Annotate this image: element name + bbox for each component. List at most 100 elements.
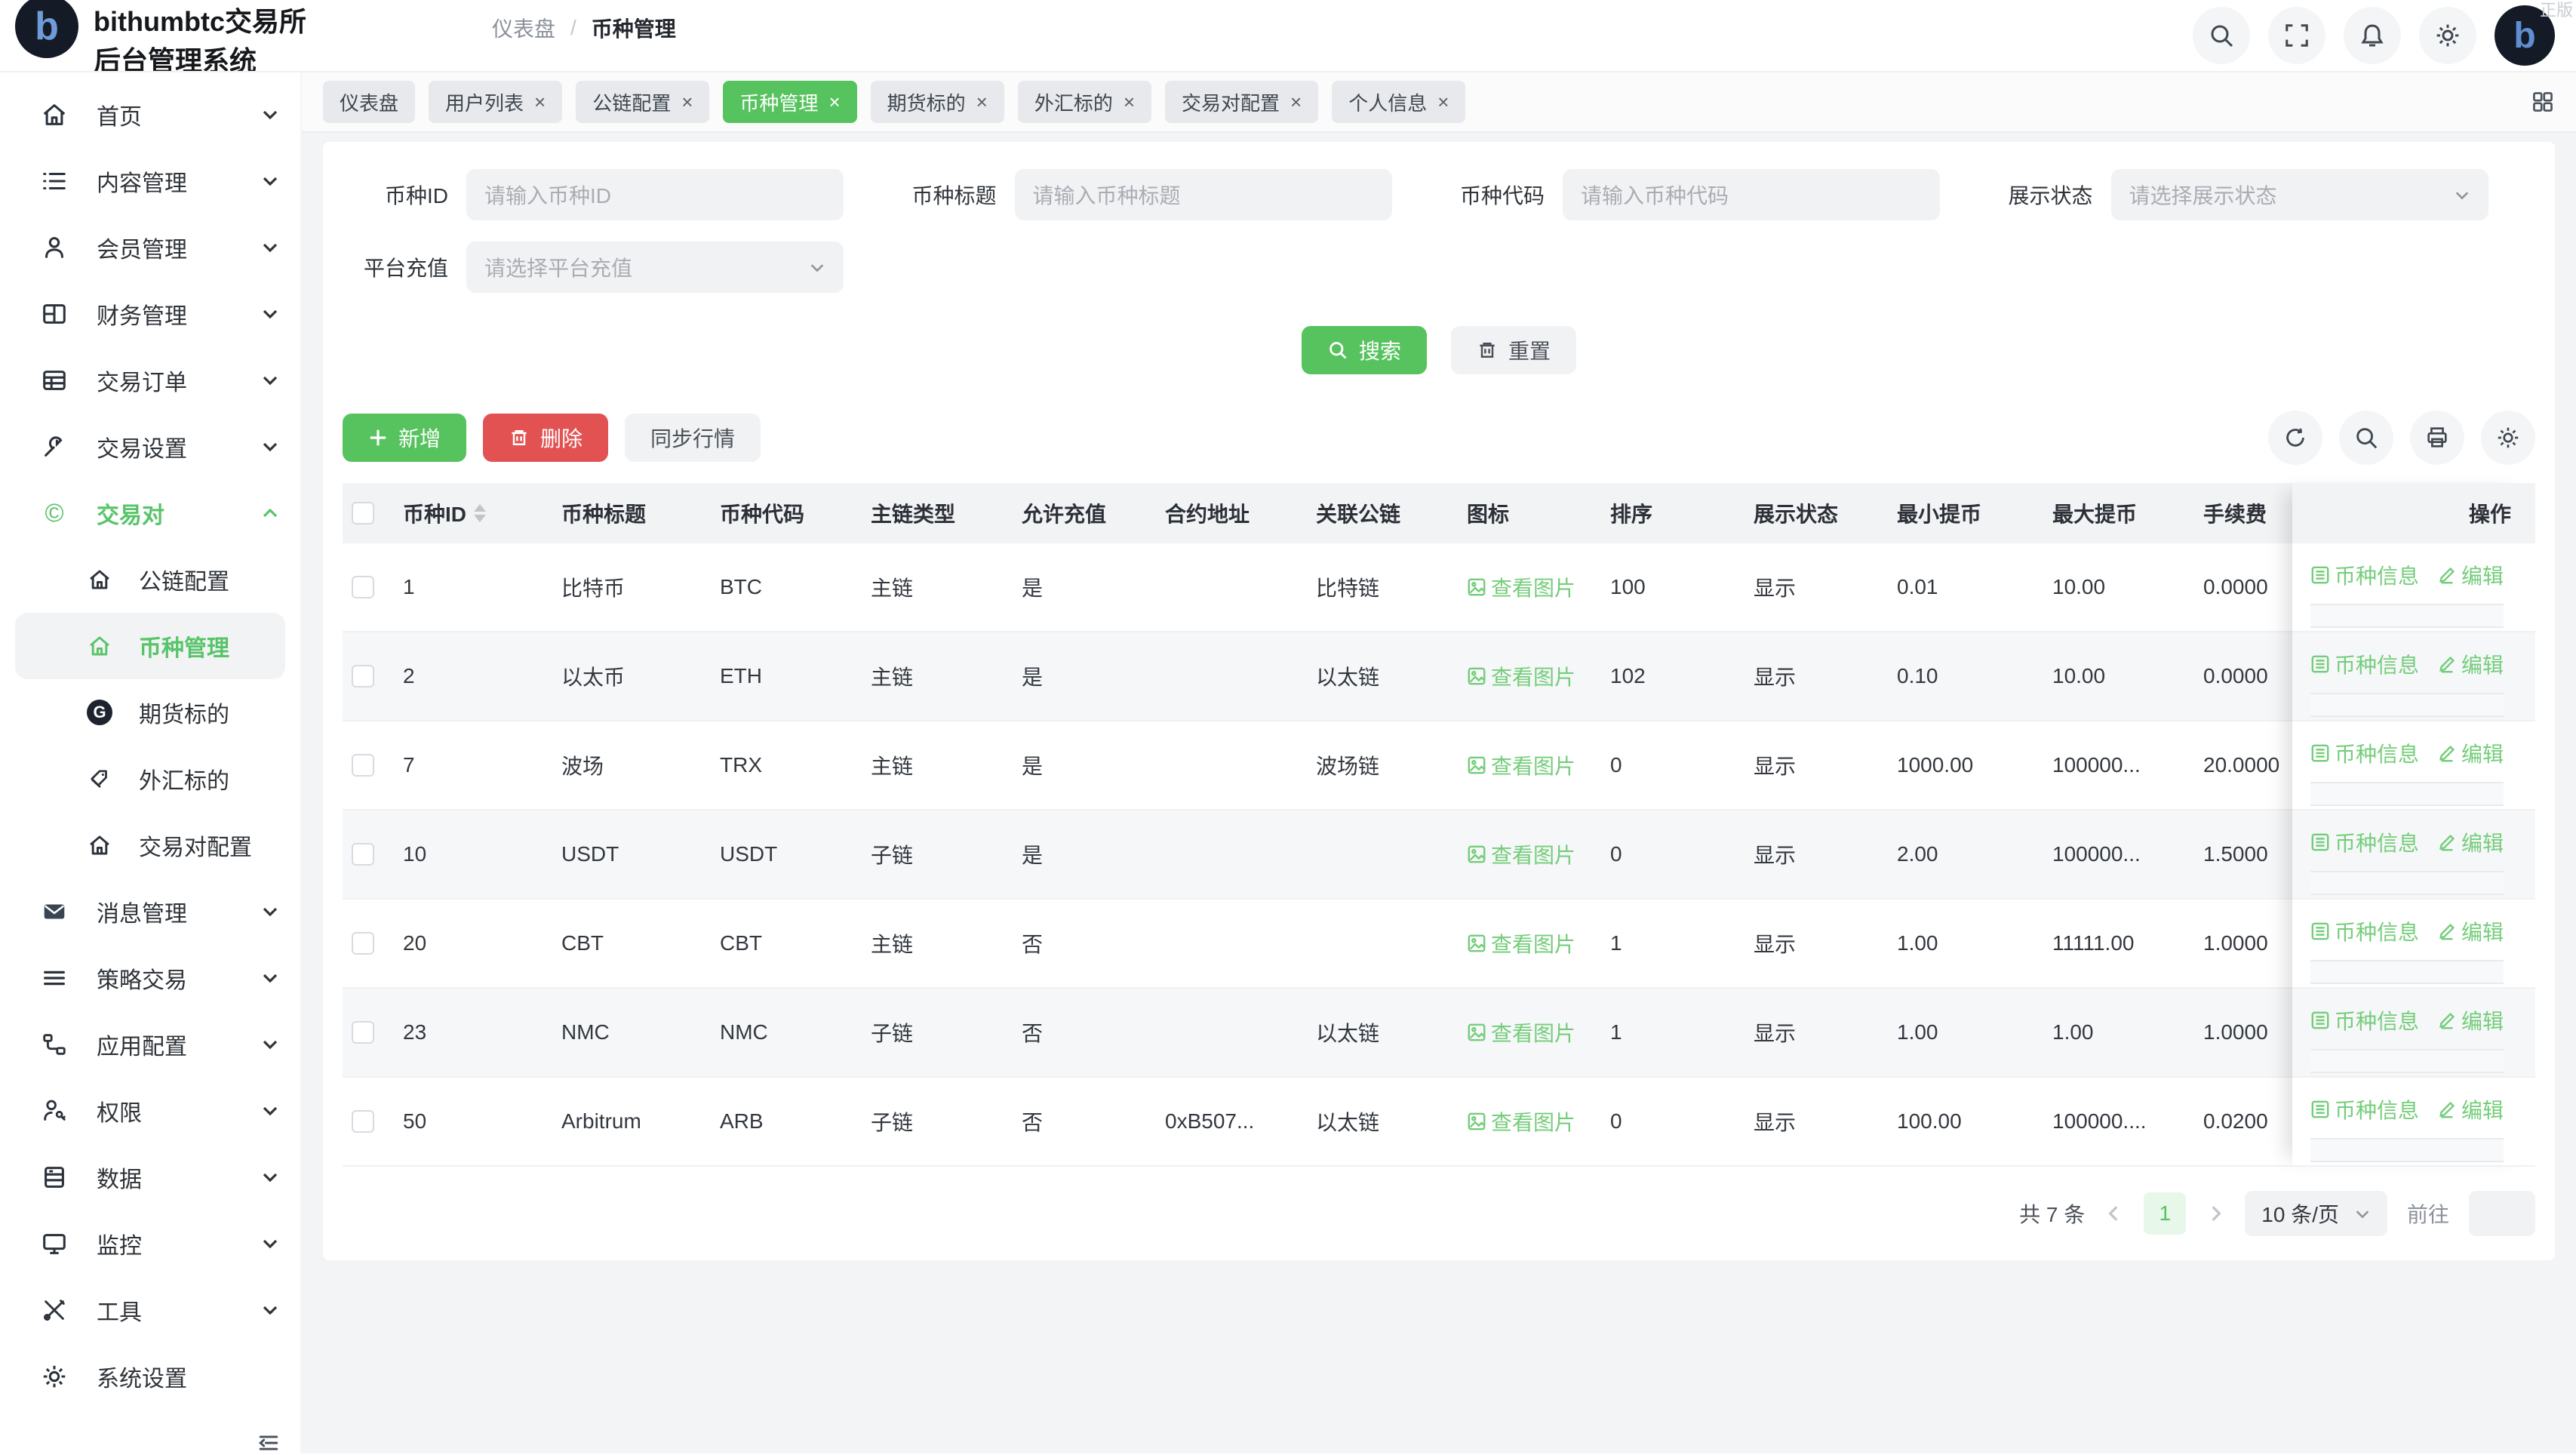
- view-image-link[interactable]: 查看图片: [1467, 572, 1575, 602]
- notifications-button[interactable]: [2344, 7, 2401, 64]
- edit-link[interactable]: 编辑: [2437, 827, 2504, 857]
- tab-chain-config[interactable]: 公链配置×: [576, 81, 709, 123]
- sidebar-item-content-management[interactable]: 内容管理: [0, 148, 300, 214]
- settings-button[interactable]: [2419, 7, 2476, 64]
- tab-user-list[interactable]: 用户列表×: [429, 81, 562, 123]
- close-icon[interactable]: ×: [1437, 91, 1449, 114]
- tab-pair-config[interactable]: 交易对配置×: [1165, 81, 1318, 123]
- close-icon[interactable]: ×: [681, 91, 693, 114]
- add-button[interactable]: 新增: [343, 414, 466, 462]
- sidebar-item-data[interactable]: 数据: [0, 1144, 300, 1210]
- sidebar-item-message-management[interactable]: 消息管理: [0, 878, 300, 945]
- view-image-link[interactable]: 查看图片: [1467, 661, 1575, 691]
- print-button[interactable]: [2410, 411, 2464, 465]
- goto-page-input[interactable]: [2469, 1191, 2535, 1236]
- display-status-select[interactable]: 请选择展示状态: [2111, 169, 2488, 220]
- sidebar-collapse-button[interactable]: [249, 1423, 288, 1453]
- edit-link[interactable]: 编辑: [2437, 560, 2504, 590]
- row-checkbox[interactable]: [352, 665, 374, 688]
- coin-info-link[interactable]: 币种信息: [2310, 916, 2419, 946]
- reset-button[interactable]: 重置: [1451, 326, 1576, 374]
- view-image-link[interactable]: 查看图片: [1467, 750, 1575, 780]
- sidebar-item-system-settings[interactable]: 系统设置: [0, 1343, 300, 1410]
- pencil-icon: [2437, 921, 2457, 941]
- close-icon[interactable]: ×: [828, 91, 840, 114]
- close-icon[interactable]: ×: [1290, 91, 1302, 114]
- tab-personal-info[interactable]: 个人信息×: [1332, 81, 1465, 123]
- sidebar-item-forex-targets[interactable]: 外汇标的: [0, 746, 300, 812]
- coin-id-input[interactable]: 请输入币种ID: [466, 169, 844, 220]
- view-image-link[interactable]: 查看图片: [1467, 1106, 1575, 1137]
- sidebar-item-app-config[interactable]: 应用配置: [0, 1011, 300, 1078]
- sync-market-button[interactable]: 同步行情: [625, 414, 761, 462]
- sidebar-item-trade-settings[interactable]: 交易设置: [0, 414, 300, 480]
- page-size-select[interactable]: 10 条/页: [2245, 1191, 2387, 1236]
- prev-page-button[interactable]: [2104, 1204, 2124, 1223]
- sort-icon[interactable]: [474, 504, 486, 522]
- coin-info-link[interactable]: 币种信息: [2310, 1094, 2419, 1124]
- close-icon[interactable]: ×: [976, 91, 988, 114]
- view-image-link[interactable]: 查看图片: [1467, 1017, 1575, 1047]
- row-checkbox[interactable]: [352, 1110, 374, 1133]
- sidebar-item-permissions[interactable]: 权限: [0, 1078, 300, 1144]
- delete-button[interactable]: 删除: [483, 414, 608, 462]
- view-image-link[interactable]: 查看图片: [1467, 839, 1575, 869]
- sidebar-item-strategy-trading[interactable]: 策略交易: [0, 945, 300, 1011]
- coin-info-link[interactable]: 币种信息: [2310, 827, 2419, 857]
- header-search-button[interactable]: [2193, 7, 2250, 64]
- row-checkbox[interactable]: [352, 1021, 374, 1044]
- coin-info-link[interactable]: 币种信息: [2310, 738, 2419, 768]
- edit-link[interactable]: 编辑: [2437, 649, 2504, 679]
- tab-layout-button[interactable]: [2531, 90, 2555, 114]
- view-image-link[interactable]: 查看图片: [1467, 928, 1575, 958]
- search-button[interactable]: 搜索: [1302, 326, 1427, 374]
- column-settings-button[interactable]: [2481, 411, 2535, 465]
- sidebar-item-home[interactable]: 首页: [0, 82, 300, 148]
- breadcrumb-parent[interactable]: 仪表盘: [492, 13, 555, 43]
- row-checkbox[interactable]: [352, 843, 374, 866]
- sidebar-item-monitoring[interactable]: 监控: [0, 1210, 300, 1277]
- close-icon[interactable]: ×: [1124, 91, 1135, 114]
- sidebar-item-finance-management[interactable]: 财务管理: [0, 281, 300, 347]
- coin-code-input[interactable]: 请输入币种代码: [1563, 169, 1940, 220]
- sidebar-item-trade-orders[interactable]: 交易订单: [0, 347, 300, 414]
- gear-icon: [2434, 22, 2461, 49]
- tab-coin-management[interactable]: 币种管理×: [723, 81, 856, 123]
- sidebar-item-futures-targets[interactable]: G 期货标的: [0, 679, 300, 746]
- select-all-checkbox[interactable]: [352, 502, 374, 524]
- sidebar-item-tools[interactable]: 工具: [0, 1277, 300, 1343]
- home-icon: [39, 100, 69, 130]
- platform-recharge-select[interactable]: 请选择平台充值: [466, 241, 844, 293]
- table-search-button[interactable]: [2339, 411, 2393, 465]
- fullscreen-button[interactable]: [2268, 7, 2325, 64]
- sidebar-item-pair-config[interactable]: 交易对配置: [0, 812, 300, 878]
- next-page-button[interactable]: [2206, 1204, 2225, 1223]
- refresh-button[interactable]: [2268, 411, 2322, 465]
- bell-icon: [2359, 22, 2386, 49]
- close-icon[interactable]: ×: [534, 91, 546, 114]
- gear-icon: [39, 1361, 69, 1392]
- edit-link[interactable]: 编辑: [2437, 1005, 2504, 1035]
- tab-forex-targets[interactable]: 外汇标的×: [1018, 81, 1151, 123]
- coin-info-link[interactable]: 币种信息: [2310, 560, 2419, 590]
- sidebar-item-member-management[interactable]: 会员管理: [0, 214, 300, 281]
- sidebar-item-coin-management[interactable]: 币种管理: [15, 613, 285, 679]
- edit-link[interactable]: 编辑: [2437, 916, 2504, 946]
- edit-link[interactable]: 编辑: [2437, 738, 2504, 768]
- coin-info-link[interactable]: 币种信息: [2310, 649, 2419, 679]
- copyright-icon: ©: [39, 498, 69, 528]
- chevron-down-icon: [809, 259, 825, 275]
- list-icon: [39, 166, 69, 196]
- coin-title-input[interactable]: 请输入币种标题: [1015, 169, 1392, 220]
- coin-info-link[interactable]: 币种信息: [2310, 1005, 2419, 1035]
- sidebar-item-chain-config[interactable]: 公链配置: [0, 546, 300, 613]
- page-number-button[interactable]: 1: [2144, 1192, 2186, 1235]
- row-checkbox[interactable]: [352, 754, 374, 777]
- tab-futures-targets[interactable]: 期货标的×: [871, 81, 1004, 123]
- chevron-down-icon: [261, 106, 279, 124]
- row-checkbox[interactable]: [352, 932, 374, 955]
- edit-link[interactable]: 编辑: [2437, 1094, 2504, 1124]
- row-checkbox[interactable]: [352, 576, 374, 598]
- sidebar-item-trading-pairs[interactable]: © 交易对: [0, 480, 300, 546]
- tab-dashboard[interactable]: 仪表盘: [323, 81, 415, 123]
